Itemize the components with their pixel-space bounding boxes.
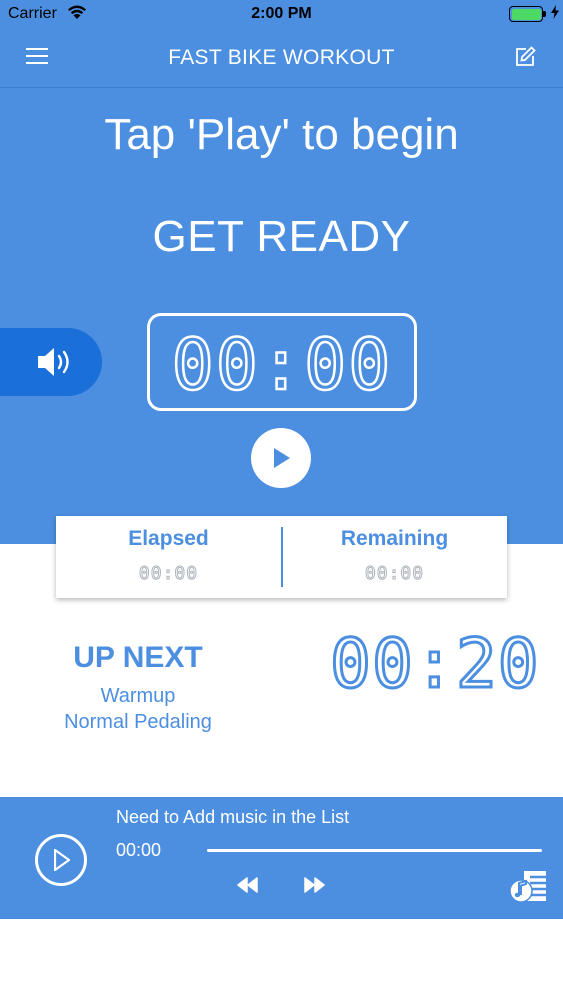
rewind-icon <box>237 877 258 893</box>
start-prompt: Tap 'Play' to begin <box>104 110 459 159</box>
battery-full-icon <box>509 6 543 22</box>
status-clock: 2:00 PM <box>251 5 312 22</box>
music-play-button[interactable] <box>35 834 87 886</box>
edit-icon[interactable] <box>513 45 537 69</box>
sound-toggle-button[interactable] <box>0 328 102 396</box>
music-playlist-button[interactable] <box>508 867 550 905</box>
elapsed-remaining-card: Elapsed 00:00 Remaining 00:00 <box>56 516 507 598</box>
elapsed-label: Elapsed <box>128 527 209 550</box>
workout-hero: Tap 'Play' to begin GET READY 00:00 <box>0 88 563 544</box>
remaining-value: 00:00 <box>364 563 425 585</box>
status-bar: Carrier 2:00 PM <box>0 0 563 30</box>
track-progress-slider[interactable] <box>207 849 542 852</box>
up-next-duration: 00:20 <box>329 624 541 706</box>
battery-tip <box>543 11 546 17</box>
music-playlist-icon <box>509 871 546 903</box>
start-workout-button[interactable] <box>251 428 311 488</box>
page-title: FAST BIKE WORKOUT <box>168 46 395 69</box>
rewind-button[interactable] <box>235 876 259 899</box>
elapsed-value: 00:00 <box>138 563 199 585</box>
main-timer: 00:00 <box>147 313 417 411</box>
speaker-icon <box>38 348 69 376</box>
remaining-label: Remaining <box>340 527 449 550</box>
play-icon <box>54 849 70 871</box>
track-current-time: 00:00 <box>116 840 162 860</box>
fast-forward-icon <box>304 877 325 893</box>
charging-bolt-icon <box>551 5 559 22</box>
main-timer-value: 00:00 <box>170 323 393 408</box>
phase-label: GET READY <box>152 212 411 261</box>
music-player: Need to Add music in the List 00:00 <box>0 797 563 919</box>
track-title: Need to Add music in the List <box>116 807 350 827</box>
up-next-label: UP NEXT <box>73 641 203 674</box>
fast-forward-button[interactable] <box>303 876 327 899</box>
up-next-interval-name: Warmup <box>100 685 176 707</box>
remaining-stat: Remaining 00:00 <box>282 516 507 598</box>
play-icon <box>274 448 290 468</box>
nav-bar: FAST BIKE WORKOUT <box>0 30 563 88</box>
up-next-interval-description: Normal Pedaling <box>64 711 212 733</box>
elapsed-stat: Elapsed 00:00 <box>56 516 281 598</box>
